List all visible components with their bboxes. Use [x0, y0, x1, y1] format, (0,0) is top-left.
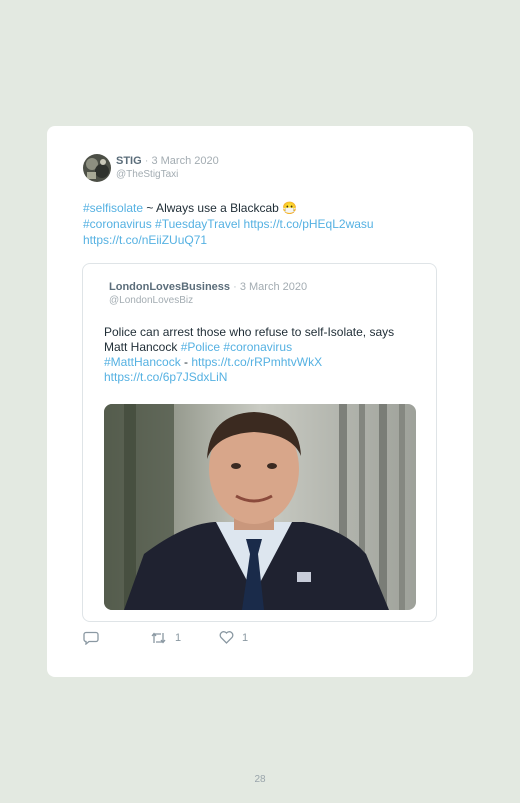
heart-icon — [219, 631, 234, 644]
tweet-author: STIG · 3 March 2020 — [116, 155, 219, 167]
quoted-photo[interactable] — [104, 404, 416, 610]
tweet-actions: 1 1 — [83, 631, 383, 647]
tweet-url-link[interactable]: https://t.co/nEiiZUuQ71 — [83, 233, 207, 247]
quoted-text: Police can arrest those who refuse to se… — [104, 325, 414, 385]
reply-button[interactable] — [83, 631, 107, 645]
tweet-text-plain: ~ Always use a Blackcab — [143, 201, 283, 215]
quoted-date[interactable]: 3 March 2020 — [240, 281, 307, 293]
like-count: 1 — [242, 631, 249, 644]
quoted-tweet[interactable]: LondonLovesBusiness · 3 March 2020 @Lond… — [82, 263, 437, 622]
quoted-text-dash: - — [180, 355, 192, 369]
author-name[interactable]: STIG — [116, 155, 142, 167]
author-handle: @TheStigTaxi — [116, 169, 179, 180]
tweet-text: #selfisolate ~ Always use a Blackcab 😷 #… — [83, 200, 433, 248]
retweet-count: 1 — [175, 632, 182, 644]
hashtag-link[interactable]: #Police #coronavirus — [181, 340, 292, 354]
separator-dot: · — [144, 155, 149, 167]
page-number: 28 — [254, 774, 266, 785]
avatar[interactable] — [83, 154, 111, 182]
like-button[interactable]: 1 — [219, 631, 248, 644]
mask-emoji-icon: 😷 — [282, 201, 298, 215]
quoted-author: LondonLovesBusiness · 3 March 2020 — [109, 281, 307, 293]
hashtag-link[interactable]: #selfisolate — [83, 201, 143, 215]
quoted-url-link[interactable]: https://t.co/rRPmhtvWkX — [191, 355, 322, 369]
quoted-handle: @LondonLovesBiz — [109, 295, 194, 306]
hashtags-and-link[interactable]: #coronavirus #TuesdayTravel https://t.co… — [83, 217, 374, 231]
quoted-url-link[interactable]: https://t.co/6p7JSdxLiN — [104, 370, 227, 384]
retweet-button[interactable]: 1 — [150, 631, 181, 645]
tweet-date[interactable]: 3 March 2020 — [151, 155, 218, 167]
retweet-icon — [150, 631, 167, 645]
quoted-author-name[interactable]: LondonLovesBusiness — [109, 281, 230, 293]
reply-icon — [83, 631, 99, 645]
tweet-card: STIG · 3 March 2020 @TheStigTaxi #selfis… — [47, 126, 473, 677]
separator-dot: · — [233, 281, 237, 293]
hashtag-link[interactable]: #MattHancock — [104, 355, 181, 369]
